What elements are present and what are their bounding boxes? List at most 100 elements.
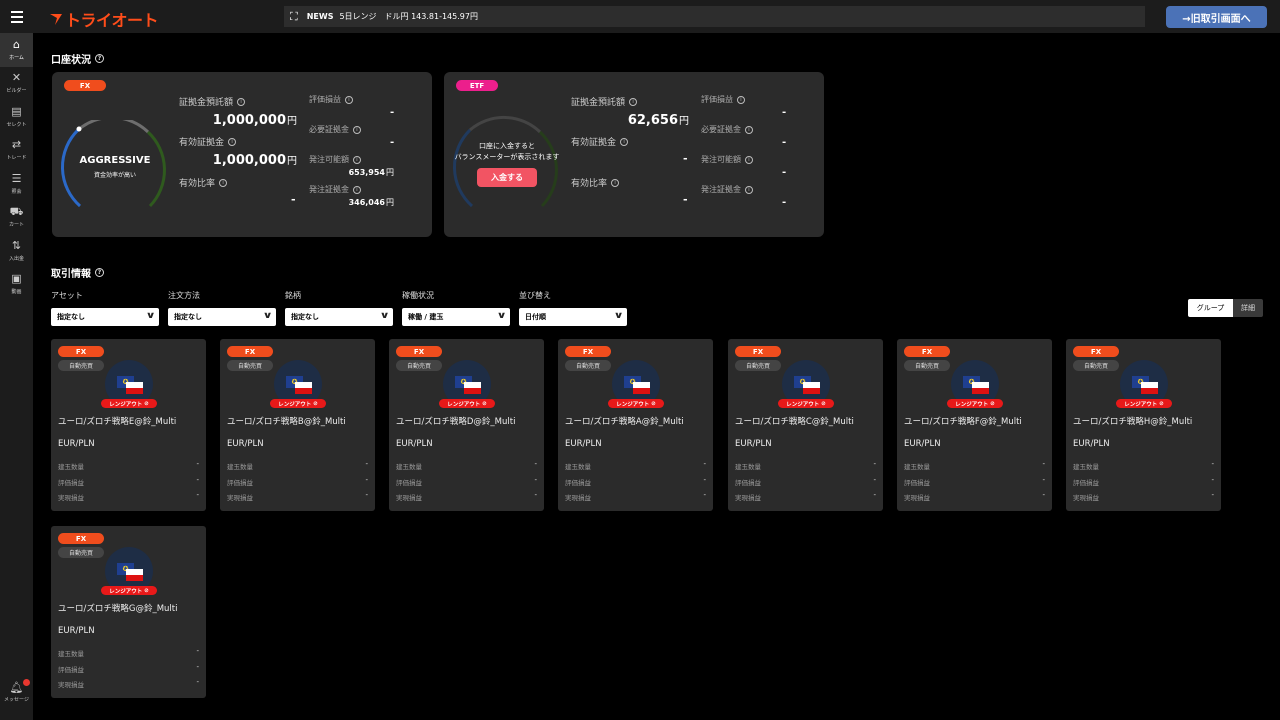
fx-account-panel: FX AGGRESSIVE 資金効率が高い 証拠金預託額 i 1,000,000円…: [52, 72, 432, 237]
unit: 円: [679, 116, 689, 127]
gauge-message: 口座に入金すると バランスメーターが表示されます: [446, 141, 568, 163]
sidebar-item-inquiry[interactable]: ☰ 照会: [0, 167, 33, 201]
info-icon[interactable]: i: [353, 125, 361, 134]
fx-tag: FX: [227, 346, 273, 357]
home-icon: ⌂: [13, 37, 20, 51]
range-out-badge[interactable]: レンジアウト ⊘: [270, 399, 326, 408]
info-icon: ⊘: [988, 400, 995, 407]
info-icon[interactable]: i: [620, 137, 629, 146]
fx-tag: FX: [396, 346, 442, 357]
strategy-card[interactable]: FX自動売買✪レンジアウト ⊘ユーロ/ズロチ戦略C@鈴_MultiEUR/PLN…: [728, 339, 883, 511]
info-icon[interactable]: i: [611, 178, 620, 187]
sort-select[interactable]: 日付順 ∨: [519, 308, 627, 326]
info-icon: ⊘: [142, 587, 149, 594]
strategy-card[interactable]: FX自動売買✪レンジアウト ⊘ユーロ/ズロチ戦略B@鈴_MultiEUR/PLN…: [220, 339, 375, 511]
realized-pl-value: -: [1042, 491, 1045, 499]
required-margin-label: 必要証拠金 i: [309, 124, 361, 135]
symbol-select-value: 指定なし: [291, 313, 319, 321]
position-qty-label: 建玉数量: [735, 463, 761, 471]
gauge-label: AGGRESSIVE: [79, 155, 151, 166]
view-group-button[interactable]: グループ: [1188, 299, 1233, 317]
sidebar-item-label: セレクト: [6, 121, 27, 128]
order-method-select[interactable]: 指定なし ∨: [168, 308, 276, 326]
sidebar-item-select[interactable]: ▤ セレクト: [0, 100, 33, 134]
info-icon[interactable]: i: [629, 97, 638, 106]
trading-info-title: 取引情報 ?: [51, 265, 104, 280]
symbol-select[interactable]: 指定なし ∨: [285, 308, 393, 326]
deposit-button[interactable]: 入金する: [477, 168, 537, 187]
status-select-value: 稼働 / 建玉: [408, 313, 444, 321]
info-icon: ⊘: [819, 400, 826, 407]
sidebar-item-message[interactable]: 🔔︎ メッセージ: [0, 676, 33, 708]
expand-icon[interactable]: ⛶: [290, 11, 298, 22]
position-qty-label: 建玉数量: [58, 650, 84, 658]
info-icon[interactable]: i: [353, 155, 361, 164]
range-out-badge[interactable]: レンジアウト ⊘: [1116, 399, 1172, 408]
range-out-badge[interactable]: レンジアウト ⊘: [778, 399, 834, 408]
header: トライオート ⛶ NEWS 5日レンジ ドル円 143.81-145.97円 →…: [0, 0, 1280, 33]
asset-select[interactable]: 指定なし ∨: [51, 308, 159, 326]
auto-trade-badge: 自動売買: [904, 360, 950, 371]
filter-label-status: 稼働状況: [402, 291, 434, 300]
poland-flag-icon: [803, 382, 820, 394]
list-icon: ☰: [11, 171, 22, 185]
sidebar-item-video[interactable]: ▣ 動画: [0, 268, 33, 302]
info-icon[interactable]: i: [745, 155, 753, 164]
deposit-label-text: 証拠金預託額: [179, 98, 234, 108]
info-icon[interactable]: i: [219, 178, 228, 187]
unrealized-pl-label: 評価損益: [58, 479, 84, 487]
strategy-card[interactable]: FX自動売買✪レンジアウト ⊘ユーロ/ズロチ戦略E@鈴_MultiEUR/PLN…: [51, 339, 206, 511]
range-out-badge[interactable]: レンジアウト ⊘: [101, 399, 157, 408]
required-margin-value: -: [782, 137, 787, 148]
strategy-card[interactable]: FX自動売買✪レンジアウト ⊘ユーロ/ズロチ戦略H@鈴_MultiEUR/PLN…: [1066, 339, 1221, 511]
info-icon[interactable]: i: [228, 137, 237, 146]
sidebar-item-cart[interactable]: ⛟ カート: [0, 201, 33, 235]
range-out-label: レンジアウト: [616, 401, 650, 408]
poland-flag-icon: [972, 382, 989, 394]
unrealized-pl-label: 評価損益: [735, 479, 761, 487]
help-icon[interactable]: ?: [95, 54, 104, 63]
sidebar-item-trade[interactable]: ⇄ トレード: [0, 134, 33, 168]
strategy-card[interactable]: FX自動売買✪レンジアウト ⊘ユーロ/ズロチ戦略F@鈴_MultiEUR/PLN…: [897, 339, 1052, 511]
unrealized-pl-value: -: [390, 107, 395, 118]
info-icon[interactable]: i: [745, 185, 753, 194]
unrealized-pl-label: 評価損益: [396, 479, 422, 487]
info-icon[interactable]: i: [237, 97, 246, 106]
position-qty-label: 建玉数量: [565, 463, 591, 471]
strategy-card[interactable]: FX自動売買✪レンジアウト ⊘ユーロ/ズロチ戦略A@鈴_MultiEUR/PLN…: [558, 339, 713, 511]
view-detail-button[interactable]: 詳細: [1233, 299, 1263, 317]
info-icon[interactable]: i: [745, 125, 753, 134]
menu-icon[interactable]: [0, 0, 33, 33]
position-qty-value: -: [196, 647, 199, 655]
logo-text: トライオート: [65, 11, 159, 30]
range-out-badge[interactable]: レンジアウト ⊘: [439, 399, 495, 408]
unrealized-pl-value: -: [873, 476, 876, 484]
sidebar-item-builder[interactable]: ✕ ビルダー: [0, 67, 33, 101]
unrealized-pl-value: -: [196, 476, 199, 484]
strategy-card[interactable]: FX自動売買✪レンジアウト ⊘ユーロ/ズロチ戦略G@鈴_MultiEUR/PLN…: [51, 526, 206, 698]
position-qty-label: 建玉数量: [227, 463, 253, 471]
required-margin-label-text: 必要証拠金: [309, 125, 349, 134]
unit: 円: [287, 156, 297, 167]
unrealized-pl-label-text: 評価損益: [701, 95, 733, 104]
strategy-card[interactable]: FX自動売買✪レンジアウト ⊘ユーロ/ズロチ戦略D@鈴_MultiEUR/PLN…: [389, 339, 544, 511]
video-icon: ▣: [11, 272, 22, 286]
range-out-badge[interactable]: レンジアウト ⊘: [608, 399, 664, 408]
sidebar-item-home[interactable]: ⌂ ホーム: [0, 33, 33, 67]
etf-account-panel: ETF 口座に入金すると バランスメーターが表示されます 入金する 証拠金預託額…: [444, 72, 824, 237]
help-icon[interactable]: ?: [95, 268, 104, 277]
realized-pl-value: -: [873, 491, 876, 499]
strategy-name: ユーロ/ズロチ戦略D@鈴_Multi: [396, 417, 516, 427]
info-icon[interactable]: i: [345, 95, 353, 104]
sidebar-item-transfer[interactable]: ⇅ 入出金: [0, 234, 33, 268]
position-qty-value: -: [873, 460, 876, 468]
range-out-badge[interactable]: レンジアウト ⊘: [101, 586, 157, 595]
old-screen-button[interactable]: →旧取引画面へ: [1166, 6, 1267, 28]
info-icon[interactable]: i: [353, 185, 361, 194]
status-select[interactable]: 稼働 / 建玉 ∨: [402, 308, 510, 326]
logo[interactable]: トライオート: [48, 7, 159, 31]
range-out-badge[interactable]: レンジアウト ⊘: [947, 399, 1003, 408]
news-label: NEWS: [306, 12, 334, 21]
info-icon[interactable]: i: [737, 95, 745, 104]
news-bar[interactable]: ⛶ NEWS 5日レンジ ドル円 143.81-145.97円: [284, 6, 1145, 27]
